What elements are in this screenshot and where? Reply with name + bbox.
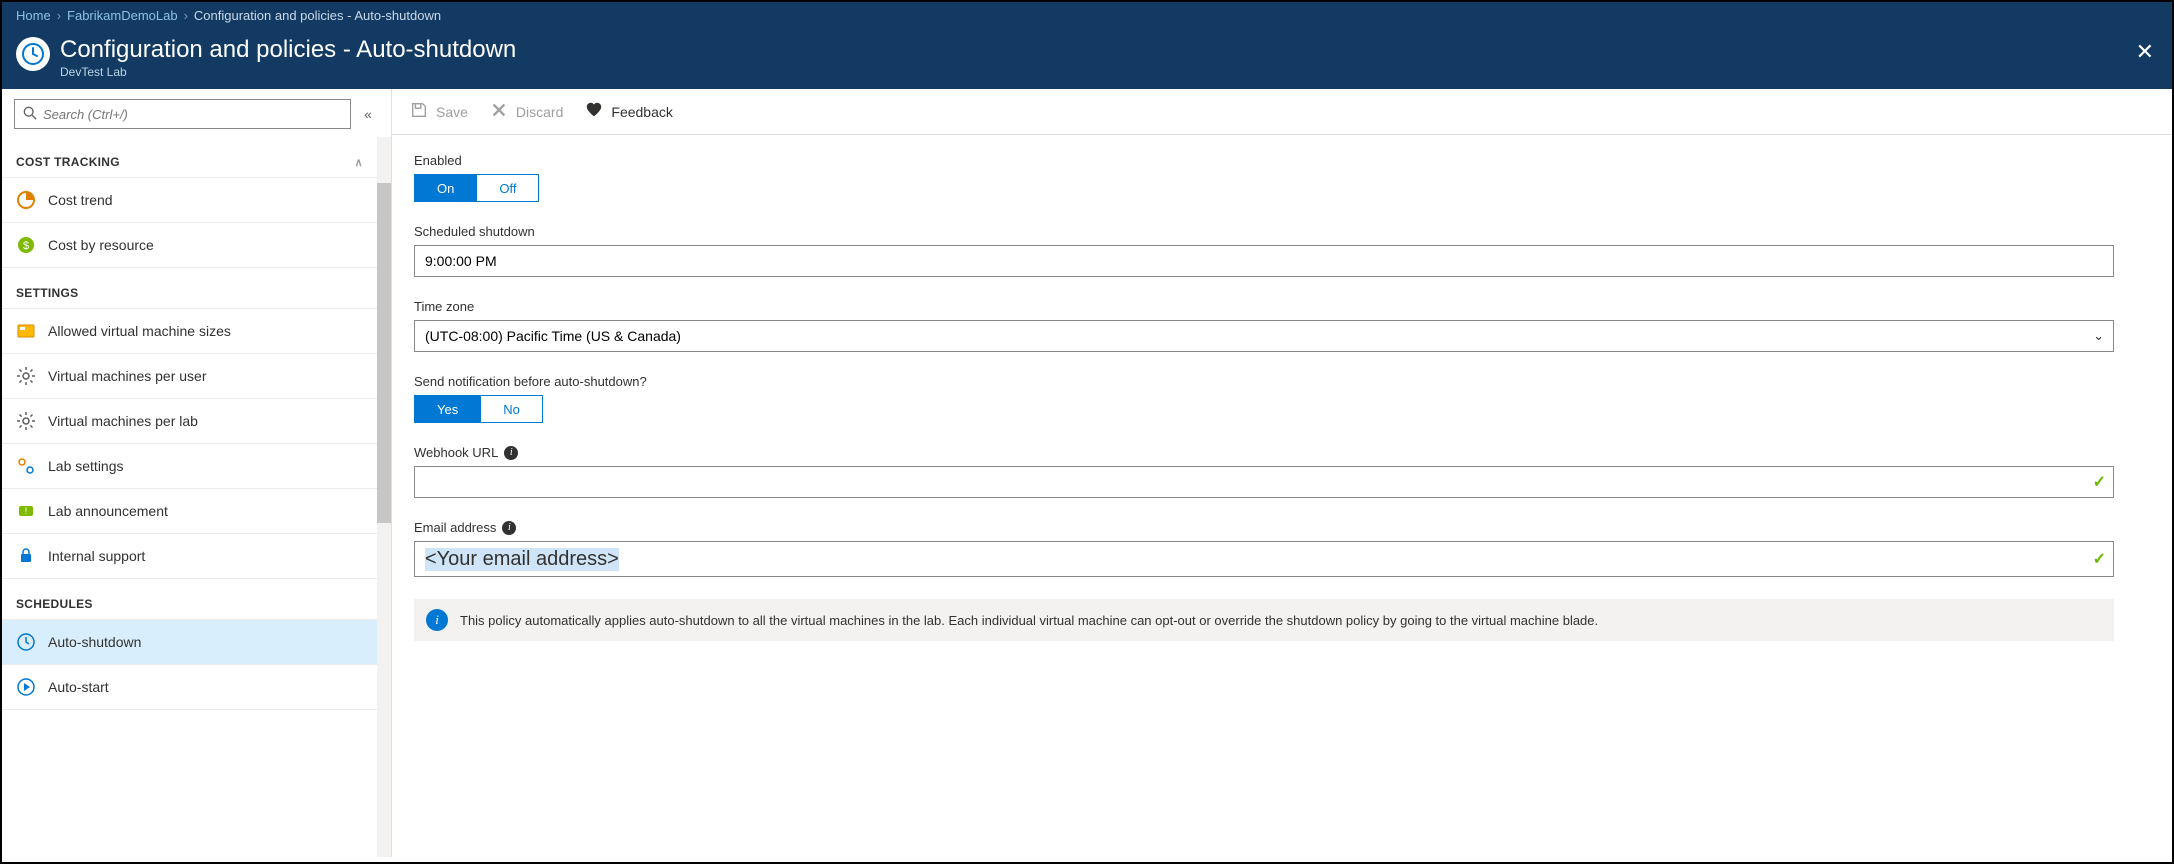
gear-icon <box>16 366 36 386</box>
section-settings: SETTINGS <box>2 268 377 309</box>
info-bar: i This policy automatically applies auto… <box>414 599 2114 641</box>
svg-text:$: $ <box>23 240 29 252</box>
page-subtitle: DevTest Lab <box>60 65 516 79</box>
sidebar-item-label: Internal support <box>48 548 145 564</box>
email-label-text: Email address <box>414 520 496 535</box>
settings-icon <box>16 456 36 476</box>
toolbar: Save Discard Feedback <box>392 89 2172 135</box>
sidebar-item-cost-by-resource[interactable]: $ Cost by resource <box>2 223 377 268</box>
notify-toggle[interactable]: Yes No <box>414 395 543 423</box>
sidebar-item-label: Auto-start <box>48 679 109 695</box>
clock-icon <box>16 37 50 71</box>
info-icon: i <box>426 609 448 631</box>
webhook-input[interactable] <box>414 466 2114 498</box>
discard-button[interactable]: Discard <box>490 101 563 122</box>
sidebar-item-vms-per-lab[interactable]: Virtual machines per lab <box>2 399 377 444</box>
info-icon[interactable]: i <box>502 521 516 535</box>
email-value: <Your email address> <box>425 548 619 571</box>
section-cost-tracking: COST TRACKING ∧ <box>2 137 377 178</box>
collapse-sidebar-button[interactable]: « <box>357 106 379 122</box>
page-title: Configuration and policies - Auto-shutdo… <box>60 37 516 63</box>
sidebar-item-allowed-vm-sizes[interactable]: Allowed virtual machine sizes <box>2 309 377 354</box>
svg-text:!: ! <box>25 506 28 516</box>
sidebar-item-lab-settings[interactable]: Lab settings <box>2 444 377 489</box>
clock-icon <box>16 632 36 652</box>
timezone-label: Time zone <box>414 299 2114 314</box>
search-box[interactable] <box>14 99 351 129</box>
blade-header: Configuration and policies - Auto-shutdo… <box>2 29 2172 89</box>
breadcrumb-home[interactable]: Home <box>16 8 51 23</box>
gear-icon <box>16 411 36 431</box>
webhook-label: Webhook URL i <box>414 445 2114 460</box>
discard-icon <box>490 101 508 122</box>
close-button[interactable]: ✕ <box>2136 39 2154 65</box>
sidebar-item-auto-shutdown[interactable]: Auto-shutdown <box>2 620 377 665</box>
breadcrumb-sep: › <box>57 8 61 23</box>
breadcrumb-sep: › <box>184 8 188 23</box>
resource-cost-icon: $ <box>16 235 36 255</box>
sidebar-item-label: Virtual machines per lab <box>48 413 198 429</box>
scrollbar-track[interactable] <box>377 137 391 857</box>
search-input[interactable] <box>43 107 342 122</box>
info-icon[interactable]: i <box>504 446 518 460</box>
section-schedules: SCHEDULES <box>2 579 377 620</box>
enabled-on[interactable]: On <box>415 175 476 201</box>
feedback-label: Feedback <box>611 104 672 120</box>
sidebar-item-internal-support[interactable]: Internal support <box>2 534 377 579</box>
webhook-label-text: Webhook URL <box>414 445 498 460</box>
breadcrumb: Home › FabrikamDemoLab › Configuration a… <box>2 2 2172 29</box>
chevron-up-icon[interactable]: ∧ <box>355 156 363 169</box>
sidebar-item-auto-start[interactable]: Auto-start <box>2 665 377 710</box>
notify-no[interactable]: No <box>480 396 542 422</box>
discard-label: Discard <box>516 104 563 120</box>
save-icon <box>410 101 428 122</box>
enabled-label: Enabled <box>414 153 2114 168</box>
sidebar-item-label: Lab settings <box>48 458 124 474</box>
scheduled-shutdown-input[interactable] <box>414 245 2114 277</box>
sidebar-item-lab-announcement[interactable]: ! Lab announcement <box>2 489 377 534</box>
support-icon <box>16 546 36 566</box>
chevron-double-left-icon: « <box>364 106 372 122</box>
close-icon: ✕ <box>2136 39 2154 64</box>
heart-icon <box>585 101 603 122</box>
breadcrumb-lab[interactable]: FabrikamDemoLab <box>67 8 178 23</box>
sidebar-item-label: Cost by resource <box>48 237 154 253</box>
info-text: This policy automatically applies auto-s… <box>460 613 1598 628</box>
section-title: COST TRACKING <box>16 155 120 169</box>
scheduled-shutdown-label: Scheduled shutdown <box>414 224 2114 239</box>
section-title: SCHEDULES <box>16 597 93 611</box>
sidebar-item-vms-per-user[interactable]: Virtual machines per user <box>2 354 377 399</box>
sidebar-item-cost-trend[interactable]: Cost trend <box>2 178 377 223</box>
scrollbar-thumb[interactable] <box>377 183 391 523</box>
main-content: Save Discard Feedback Enabled On <box>392 89 2172 857</box>
enabled-toggle[interactable]: On Off <box>414 174 539 202</box>
sidebar-item-label: Allowed virtual machine sizes <box>48 323 231 339</box>
email-label: Email address i <box>414 520 2114 535</box>
email-input[interactable]: <Your email address> <box>414 541 2114 577</box>
feedback-button[interactable]: Feedback <box>585 101 672 122</box>
sidebar: « COST TRACKING ∧ Cost trend <box>2 89 392 857</box>
timezone-value[interactable] <box>414 320 2114 352</box>
enabled-off[interactable]: Off <box>476 175 538 201</box>
announcement-icon: ! <box>16 501 36 521</box>
sizes-icon <box>16 321 36 341</box>
clock-start-icon <box>16 677 36 697</box>
save-label: Save <box>436 104 468 120</box>
save-button[interactable]: Save <box>410 101 468 122</box>
notify-label: Send notification before auto-shutdown? <box>414 374 2114 389</box>
sidebar-item-label: Cost trend <box>48 192 113 208</box>
check-icon: ✓ <box>2093 549 2106 569</box>
notify-yes[interactable]: Yes <box>415 396 480 422</box>
chart-icon <box>16 190 36 210</box>
search-icon <box>23 106 37 123</box>
timezone-select[interactable]: ⌄ <box>414 320 2114 352</box>
section-title: SETTINGS <box>16 286 78 300</box>
sidebar-item-label: Virtual machines per user <box>48 368 206 384</box>
sidebar-item-label: Lab announcement <box>48 503 168 519</box>
breadcrumb-current: Configuration and policies - Auto-shutdo… <box>194 8 441 23</box>
check-icon: ✓ <box>2093 472 2106 492</box>
sidebar-item-label: Auto-shutdown <box>48 634 141 650</box>
